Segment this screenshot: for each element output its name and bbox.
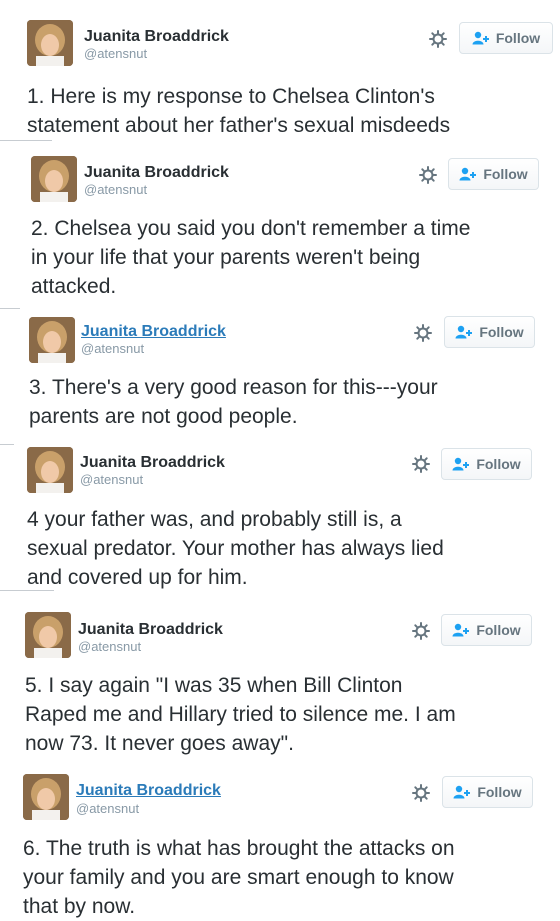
- tweet-text: 6. The truth is what has brought the att…: [23, 837, 455, 918]
- tweet-card: Juanita Broaddrick @atensnut Follow 6. T…: [0, 764, 560, 918]
- tweet-card: Juanita Broaddrick @atensnut Follow 1. H…: [0, 0, 560, 140]
- follow-button[interactable]: Follow: [442, 776, 533, 808]
- author-handle[interactable]: @atensnut: [78, 639, 141, 654]
- tweet-card: Juanita Broaddrick @atensnut Follow 5. I…: [0, 592, 560, 764]
- follow-label: Follow: [483, 166, 528, 182]
- follow-button[interactable]: Follow: [441, 614, 532, 646]
- avatar[interactable]: [23, 774, 69, 820]
- follow-label: Follow: [476, 622, 521, 638]
- tweet-text: 3. There's a very good reason for this--…: [29, 376, 438, 428]
- gear-icon[interactable]: [411, 621, 431, 641]
- tweet-card: Juanita Broaddrick @atensnut Follow 3. T…: [0, 308, 560, 444]
- author-name[interactable]: Juanita Broaddrick: [84, 28, 229, 46]
- gear-icon[interactable]: [428, 29, 448, 49]
- gear-icon[interactable]: [411, 454, 431, 474]
- author-name[interactable]: Juanita Broaddrick: [76, 782, 221, 800]
- tweet-text: 2. Chelsea you said you don't remember a…: [31, 217, 471, 298]
- follow-label: Follow: [479, 324, 524, 340]
- author-handle[interactable]: @atensnut: [84, 46, 147, 61]
- gear-icon[interactable]: [411, 783, 431, 803]
- author-name[interactable]: Juanita Broaddrick: [84, 164, 229, 182]
- author-name[interactable]: Juanita Broaddrick: [81, 323, 226, 341]
- author-handle[interactable]: @atensnut: [80, 472, 143, 487]
- add-person-icon: [452, 623, 470, 637]
- follow-button[interactable]: Follow: [441, 448, 532, 480]
- add-person-icon: [452, 457, 470, 471]
- follow-button[interactable]: Follow: [444, 316, 535, 348]
- author-name[interactable]: Juanita Broaddrick: [80, 454, 225, 472]
- add-person-icon: [459, 167, 477, 181]
- add-person-icon: [455, 325, 473, 339]
- author-handle[interactable]: @atensnut: [84, 182, 147, 197]
- gear-icon[interactable]: [413, 323, 433, 343]
- avatar[interactable]: [27, 20, 73, 66]
- avatar[interactable]: [25, 612, 71, 658]
- follow-label: Follow: [495, 30, 541, 46]
- tweet-text: 5. I say again "I was 35 when Bill Clint…: [25, 674, 456, 755]
- follow-button[interactable]: Follow: [459, 22, 553, 54]
- avatar[interactable]: [29, 317, 75, 363]
- follow-label: Follow: [476, 456, 521, 472]
- follow-button[interactable]: Follow: [448, 158, 539, 190]
- follow-label: Follow: [477, 784, 522, 800]
- gear-icon[interactable]: [418, 165, 438, 185]
- author-name[interactable]: Juanita Broaddrick: [78, 621, 223, 639]
- tweet-text: 4 your father was, and probably still is…: [27, 508, 444, 589]
- avatar[interactable]: [27, 447, 73, 493]
- tweet-card: Juanita Broaddrick @atensnut Follow 2. C…: [0, 141, 560, 308]
- add-person-icon: [472, 31, 489, 45]
- divider: [0, 590, 54, 591]
- tweet-text: 1. Here is my response to Chelsea Clinto…: [27, 85, 451, 137]
- tweet-card: Juanita Broaddrick @atensnut Follow 4 yo…: [0, 444, 560, 592]
- add-person-icon: [453, 785, 471, 799]
- author-handle[interactable]: @atensnut: [76, 801, 139, 816]
- avatar[interactable]: [31, 156, 77, 202]
- author-handle[interactable]: @atensnut: [81, 341, 144, 356]
